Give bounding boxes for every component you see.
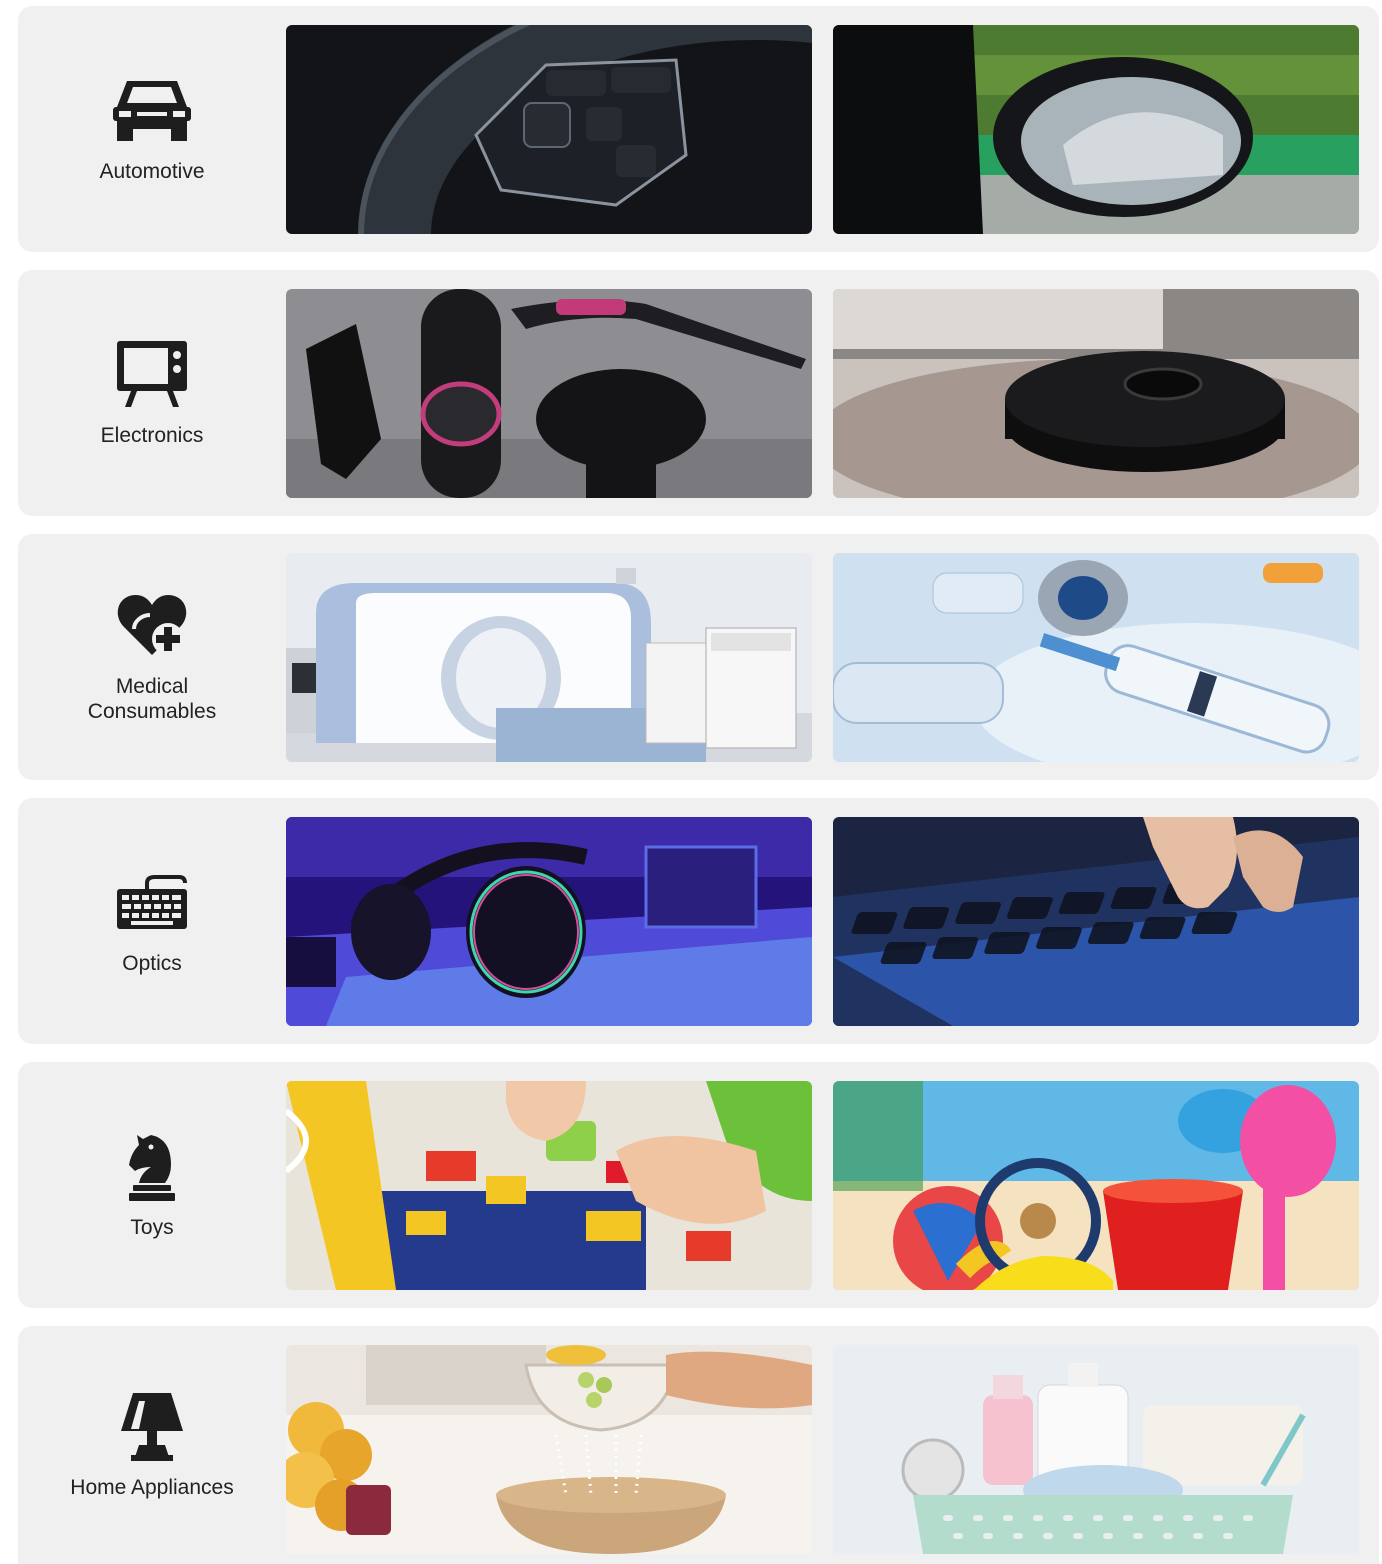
side-mirror-photo — [833, 25, 1359, 234]
keyboard-icon — [112, 867, 192, 937]
industry-label: Home Appliances — [70, 1475, 234, 1499]
industry-label-column: Medical Consumables — [18, 534, 286, 780]
heart-plus-icon — [112, 590, 192, 660]
building-blocks-photo — [286, 1081, 812, 1290]
industries-page: Automotive Electronics Medical Consumabl… — [0, 0, 1382, 1564]
robot-vacuum-photo — [833, 289, 1359, 498]
tv-icon — [112, 339, 192, 409]
gaming-headset-photo — [286, 817, 812, 1026]
industry-card-toys[interactable]: Toys — [18, 1062, 1379, 1308]
steering-wheel-controls-photo — [286, 25, 812, 234]
industry-label-column: Automotive — [18, 6, 286, 252]
industry-label: Medical Consumables — [87, 675, 217, 723]
bath-basket-photo — [833, 1345, 1359, 1554]
industry-label: Electronics — [100, 423, 204, 447]
industry-label: Automotive — [99, 159, 205, 183]
ct-scanner-photo — [286, 553, 812, 762]
industry-label-column: Toys — [18, 1062, 286, 1308]
beach-toys-photo — [833, 1081, 1359, 1290]
industry-card-automotive[interactable]: Automotive — [18, 6, 1379, 252]
industry-label-column: Electronics — [18, 270, 286, 516]
industry-card-home-appliances[interactable]: Home Appliances — [18, 1326, 1379, 1564]
lamp-icon — [112, 1391, 192, 1461]
industry-label-column: Home Appliances — [18, 1326, 286, 1564]
car-icon — [112, 75, 192, 145]
syringe-vials-photo — [833, 553, 1359, 762]
industry-label: Optics — [122, 951, 182, 975]
kitchen-colander-photo — [286, 1345, 812, 1554]
keyboard-typing-photo — [833, 817, 1359, 1026]
industry-card-electronics[interactable]: Electronics — [18, 270, 1379, 516]
chess-knight-icon — [112, 1131, 192, 1201]
industry-card-optics[interactable]: Optics — [18, 798, 1379, 1044]
industry-card-medical-consumables[interactable]: Medical Consumables — [18, 534, 1379, 780]
industry-label: Toys — [130, 1215, 174, 1239]
hair-dryer-attachments-photo — [286, 289, 812, 498]
industry-label-column: Optics — [18, 798, 286, 1044]
